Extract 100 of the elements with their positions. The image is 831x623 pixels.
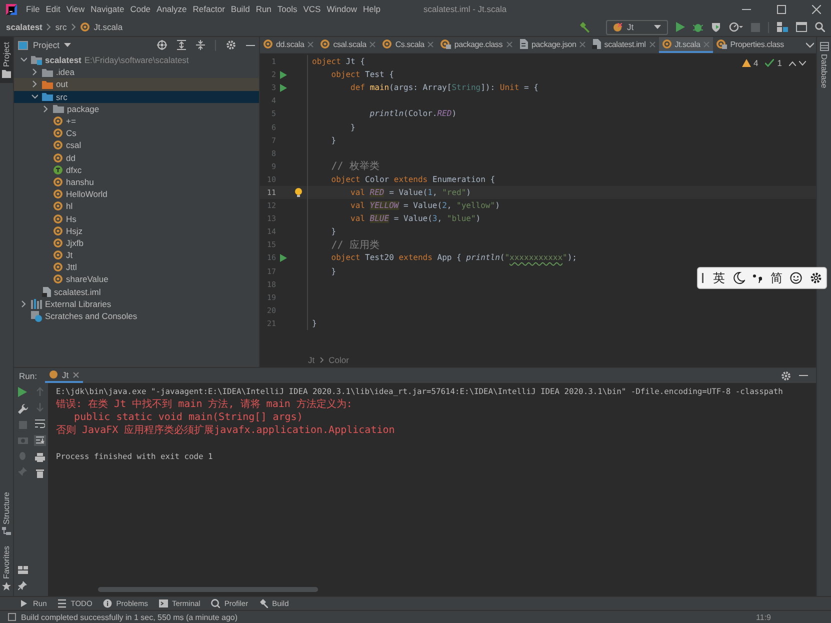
code-line: val BLUE = Value(3, "blue")	[350, 214, 481, 224]
layout-icon[interactable]	[796, 22, 807, 32]
run-icon[interactable]	[676, 22, 685, 32]
editor-tab[interactable]: package.class	[437, 37, 516, 53]
editor-tab[interactable]: dd.scala	[260, 37, 318, 53]
tree-item[interactable]: dfxc	[14, 164, 259, 176]
bug-icon[interactable]	[693, 22, 703, 32]
close-icon[interactable]	[72, 372, 79, 378]
trash-icon[interactable]	[36, 469, 44, 478]
tree-item[interactable]: Cs	[14, 127, 259, 140]
chevron-right-icon[interactable]	[20, 300, 27, 308]
menu-item[interactable]: Analyze	[154, 4, 190, 14]
chevron-right-icon[interactable]	[42, 104, 49, 113]
project-view-dropdown[interactable]: Project	[18, 40, 72, 50]
tool-window-tab[interactable]: Favorites	[0, 541, 13, 596]
tree-item[interactable]: src	[14, 90, 259, 103]
hammer-icon[interactable]	[579, 22, 590, 32]
moon-icon[interactable]	[732, 272, 745, 284]
breadcrumb-item[interactable]: Jt	[308, 355, 315, 365]
tree-item[interactable]: shareValue	[14, 273, 259, 286]
pin-icon[interactable]	[18, 581, 27, 590]
panel-toggle-icon[interactable]	[8, 613, 16, 621]
close-icon[interactable]	[812, 4, 821, 14]
menu-item[interactable]: Tools	[274, 4, 300, 14]
menu-item[interactable]: Run	[252, 4, 274, 14]
tree-item[interactable]: scalatest.iml	[14, 286, 259, 298]
search-icon[interactable]	[815, 22, 825, 32]
trait-icon	[53, 164, 63, 175]
shield-icon[interactable]	[711, 22, 721, 32]
editor-tab[interactable]: Cs.scala	[379, 37, 438, 53]
tool-window-tab[interactable]: Project	[0, 37, 13, 83]
punctuation-icon[interactable]	[752, 273, 762, 283]
editor-tab[interactable]: scalatest.iml	[589, 37, 659, 53]
breadcrumb-item[interactable]: Jt.scala	[94, 22, 123, 32]
run-icon[interactable]	[18, 387, 27, 397]
expand-all-icon[interactable]	[177, 40, 186, 50]
chevron-down-icon[interactable]	[799, 60, 806, 66]
scrollbar[interactable]	[98, 587, 318, 592]
chevron-down-icon[interactable]	[31, 92, 38, 101]
tree-item[interactable]: Hs	[14, 212, 259, 225]
code-line: object Test20 extends App { println("xxxxxxxxxxx");	[330, 253, 577, 262]
print-icon[interactable]	[34, 453, 44, 462]
menu-item[interactable]: View	[63, 4, 88, 14]
tree-item[interactable]: hl	[14, 200, 259, 212]
tree-item[interactable]: csal	[14, 139, 259, 152]
chevron-icon	[70, 23, 76, 31]
tree-item[interactable]: Jjxfb	[14, 236, 259, 249]
tree-item[interactable]: Scratches and Consoles	[14, 310, 259, 322]
tool-window-tab[interactable]: Structure	[0, 486, 13, 542]
collapse-all-icon[interactable]	[196, 40, 205, 50]
tree-item[interactable]: dd	[14, 152, 259, 164]
tree-item[interactable]: HelloWorld	[14, 188, 259, 200]
bulb-icon[interactable]	[295, 188, 302, 197]
breadcrumb-item[interactable]: Color	[328, 355, 349, 365]
run-icon[interactable]	[280, 254, 286, 262]
editor-tab[interactable]: Properties.class	[713, 37, 787, 53]
editor-tab[interactable]: csal.scala	[317, 37, 380, 53]
chevron-down-icon[interactable]	[806, 42, 814, 48]
tree-item[interactable]: Jt	[14, 249, 259, 262]
chevron-icon	[46, 23, 52, 31]
maximize-icon[interactable]	[777, 4, 786, 14]
menu-item[interactable]: Help	[360, 4, 384, 14]
chevron-down-icon[interactable]	[20, 56, 27, 64]
menu-item[interactable]: VCS	[300, 4, 324, 14]
script-toggle[interactable]: 简	[770, 270, 782, 286]
run-configuration-dropdown[interactable]: Jt	[606, 20, 668, 34]
project-structure-icon[interactable]	[777, 22, 788, 32]
tree-item[interactable]: package	[14, 102, 259, 115]
settings-icon[interactable]	[810, 272, 822, 284]
tree-item[interactable]: hanshu	[14, 176, 259, 188]
tree-item[interactable]: out	[14, 78, 259, 91]
tree-item[interactable]: External Libraries	[14, 298, 259, 310]
menu-item[interactable]: Build	[228, 4, 253, 14]
layout-icon[interactable]	[18, 566, 28, 574]
menu-item[interactable]: Window	[324, 4, 360, 14]
menu-item[interactable]: File	[23, 4, 43, 14]
tree-item[interactable]: Hsjz	[14, 224, 259, 237]
menu-item[interactable]: Code	[127, 4, 154, 14]
wrench-icon[interactable]	[18, 404, 28, 414]
menu-item[interactable]: Edit	[42, 4, 64, 14]
editor-tab[interactable]: Jt.scala	[658, 37, 714, 53]
scroll-to-end-icon[interactable]	[34, 435, 46, 446]
soft-wrap-icon[interactable]	[34, 419, 44, 428]
caret-position[interactable]: 11:9	[756, 612, 771, 622]
language-toggle[interactable]: 英	[712, 270, 725, 286]
menu-item[interactable]: Navigate	[88, 4, 128, 14]
locate-icon[interactable]	[157, 40, 167, 50]
chevron-up-icon[interactable]	[789, 60, 796, 66]
profiler-icon[interactable]	[729, 22, 743, 32]
menu-item[interactable]: Refactor	[190, 4, 228, 14]
tree-item[interactable]: .idea	[14, 66, 259, 78]
handle-icon[interactable]	[702, 273, 705, 283]
tree-item[interactable]: scalatest E:\Friday\software\scalatest	[14, 54, 259, 66]
emoji-icon[interactable]	[790, 272, 802, 284]
breadcrumb-item[interactable]: scalatest	[6, 22, 42, 32]
editor-tab[interactable]: package.json	[516, 37, 590, 53]
breadcrumb-item[interactable]: src	[55, 22, 67, 32]
tool-window-tab[interactable]: Database	[817, 37, 831, 94]
tree-item[interactable]: Jttl	[14, 261, 259, 274]
tree-item[interactable]: +=	[14, 114, 259, 128]
